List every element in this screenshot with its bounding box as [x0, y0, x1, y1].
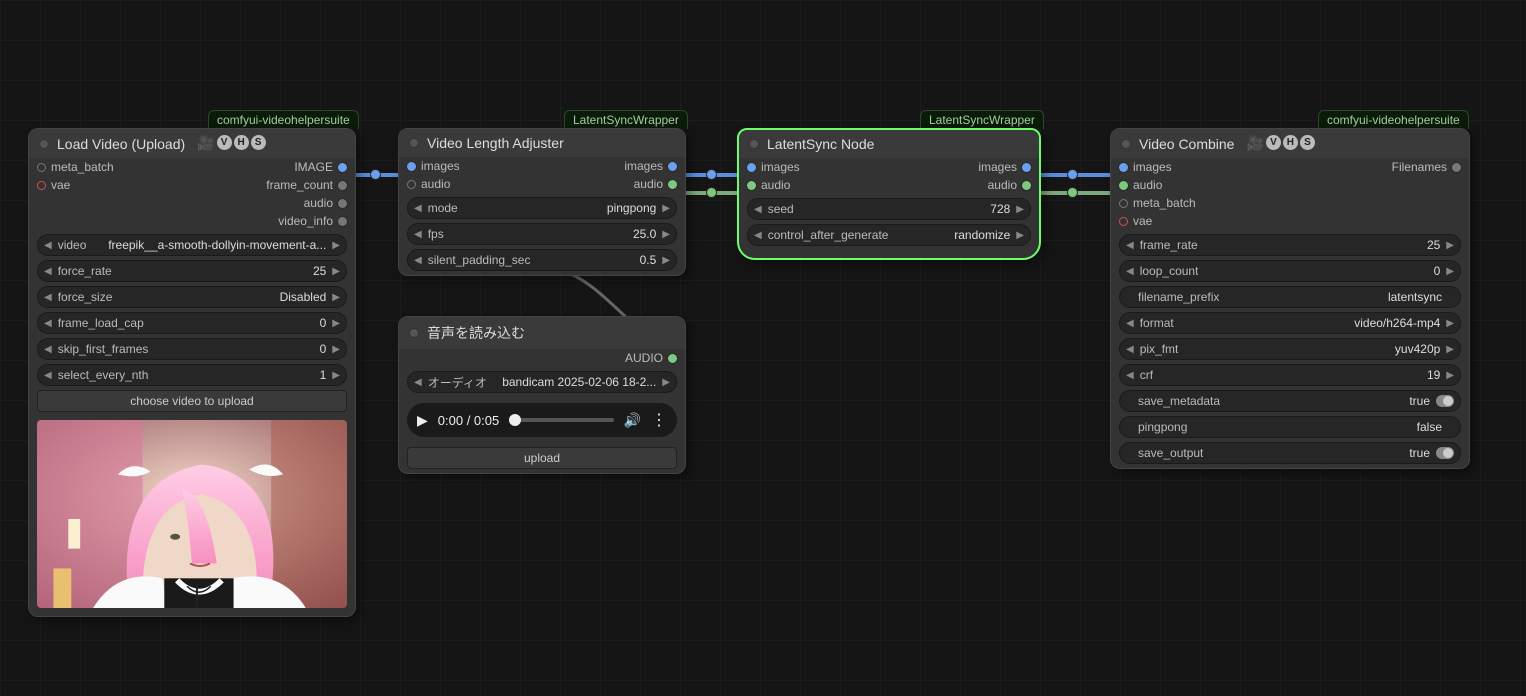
socket-images-in[interactable]	[407, 162, 416, 171]
socket-meta-batch-in[interactable]	[37, 163, 46, 172]
node-video-combine[interactable]: Video Combine 🎥VHS images Filenames audi…	[1110, 128, 1470, 469]
collapse-icon[interactable]	[409, 328, 419, 338]
socket-vae-in[interactable]	[1119, 217, 1128, 226]
widget-save-output[interactable]: save_outputtrue	[1119, 442, 1461, 464]
widget-audio-file[interactable]: ◀オーディオbandicam 2025-02-06 18-2...▶	[407, 371, 677, 393]
kebab-menu-icon[interactable]: ⋮	[651, 410, 667, 430]
titlebar[interactable]: Video Length Adjuster	[399, 129, 685, 157]
widget-force-rate[interactable]: ◀force_rate25▶	[37, 260, 347, 282]
audio-player[interactable]: ▶ 0:00 / 0:05 🔊 ⋮	[407, 403, 677, 437]
play-icon[interactable]: ▶	[417, 412, 428, 429]
widget-fps[interactable]: ◀fps25.0▶	[407, 223, 677, 245]
socket-meta-batch-in[interactable]	[1119, 199, 1128, 208]
node-title: Video Combine	[1139, 136, 1234, 152]
socket-image-out[interactable]	[338, 163, 347, 172]
widget-crf[interactable]: ◀crf19▶	[1119, 364, 1461, 386]
socket-video-info-out[interactable]	[338, 217, 347, 226]
badge-video-combine: comfyui-videohelpersuite	[1318, 110, 1469, 129]
socket-images-in[interactable]	[747, 163, 756, 172]
widget-control-after-generate[interactable]: ◀control_after_generaterandomize▶	[747, 224, 1031, 246]
vhs-icon: 🎥VHS	[197, 135, 265, 152]
collapse-icon[interactable]	[39, 139, 49, 149]
node-title: Video Length Adjuster	[427, 135, 564, 151]
toggle-icon[interactable]	[1436, 395, 1454, 407]
widget-format[interactable]: ◀formatvideo/h264-mp4▶	[1119, 312, 1461, 334]
socket-audio-out[interactable]	[668, 180, 677, 189]
node-video-length-adjuster[interactable]: Video Length Adjuster images images audi…	[398, 128, 686, 276]
titlebar[interactable]: 音声を読み込む	[399, 317, 685, 349]
widget-pix-fmt[interactable]: ◀pix_fmtyuv420p▶	[1119, 338, 1461, 360]
widget-force-size[interactable]: ◀force_sizeDisabled▶	[37, 286, 347, 308]
node-title: LatentSync Node	[767, 136, 874, 152]
collapse-icon[interactable]	[409, 138, 419, 148]
upload-button[interactable]: upload	[407, 447, 677, 469]
widget-silent-padding[interactable]: ◀silent_padding_sec0.5▶	[407, 249, 677, 271]
video-preview	[37, 420, 347, 608]
widget-save-metadata[interactable]: save_metadatatrue	[1119, 390, 1461, 412]
toggle-icon[interactable]	[1436, 447, 1454, 459]
badge-load-video: comfyui-videohelpersuite	[208, 110, 359, 129]
node-title: Load Video (Upload)	[57, 136, 185, 152]
vhs-icon: 🎥VHS	[1246, 135, 1314, 152]
widget-skip-first-frames[interactable]: ◀skip_first_frames0▶	[37, 338, 347, 360]
titlebar[interactable]: Video Combine 🎥VHS	[1111, 129, 1469, 158]
socket-audio-out[interactable]	[1022, 181, 1031, 190]
titlebar[interactable]: LatentSync Node	[739, 130, 1039, 158]
badge-video-length: LatentSyncWrapper	[564, 110, 688, 129]
badge-latentsync: LatentSyncWrapper	[920, 110, 1044, 129]
widget-mode[interactable]: ◀modepingpong▶	[407, 197, 677, 219]
speaker-icon[interactable]: 🔊	[624, 412, 641, 429]
audio-time: 0:00 / 0:05	[438, 413, 499, 428]
socket-audio-out[interactable]	[668, 354, 677, 363]
choose-video-button[interactable]: choose video to upload	[37, 390, 347, 412]
node-title: 音声を読み込む	[427, 323, 525, 343]
widget-loop-count[interactable]: ◀loop_count0▶	[1119, 260, 1461, 282]
node-load-audio[interactable]: 音声を読み込む AUDIO ◀オーディオbandicam 2025-02-06 …	[398, 316, 686, 474]
socket-filenames-out[interactable]	[1452, 163, 1461, 172]
widget-seed[interactable]: ◀seed728▶	[747, 198, 1031, 220]
widget-frame-load-cap[interactable]: ◀frame_load_cap0▶	[37, 312, 347, 334]
widget-frame-rate[interactable]: ◀frame_rate25▶	[1119, 234, 1461, 256]
socket-images-out[interactable]	[1022, 163, 1031, 172]
socket-frame-count-out[interactable]	[338, 181, 347, 190]
audio-seek-bar[interactable]	[509, 418, 613, 422]
socket-images-out[interactable]	[668, 162, 677, 171]
collapse-icon[interactable]	[749, 139, 759, 149]
socket-audio-out[interactable]	[338, 199, 347, 208]
widget-filename-prefix[interactable]: filename_prefixlatentsync	[1119, 286, 1461, 308]
widget-select-every-nth[interactable]: ◀select_every_nth1▶	[37, 364, 347, 386]
socket-vae-in[interactable]	[37, 181, 46, 190]
node-latentsync[interactable]: LatentSync Node images images audio audi…	[737, 128, 1041, 260]
socket-audio-in[interactable]	[747, 181, 756, 190]
collapse-icon[interactable]	[1121, 139, 1131, 149]
widget-video[interactable]: ◀videofreepik__a-smooth-dollyin-movement…	[37, 234, 347, 256]
socket-audio-in[interactable]	[1119, 181, 1128, 190]
widget-pingpong[interactable]: pingpongfalse	[1119, 416, 1461, 438]
socket-images-in[interactable]	[1119, 163, 1128, 172]
node-load-video[interactable]: Load Video (Upload) 🎥VHS meta_batch IMAG…	[28, 128, 356, 617]
titlebar[interactable]: Load Video (Upload) 🎥VHS	[29, 129, 355, 158]
socket-audio-in[interactable]	[407, 180, 416, 189]
